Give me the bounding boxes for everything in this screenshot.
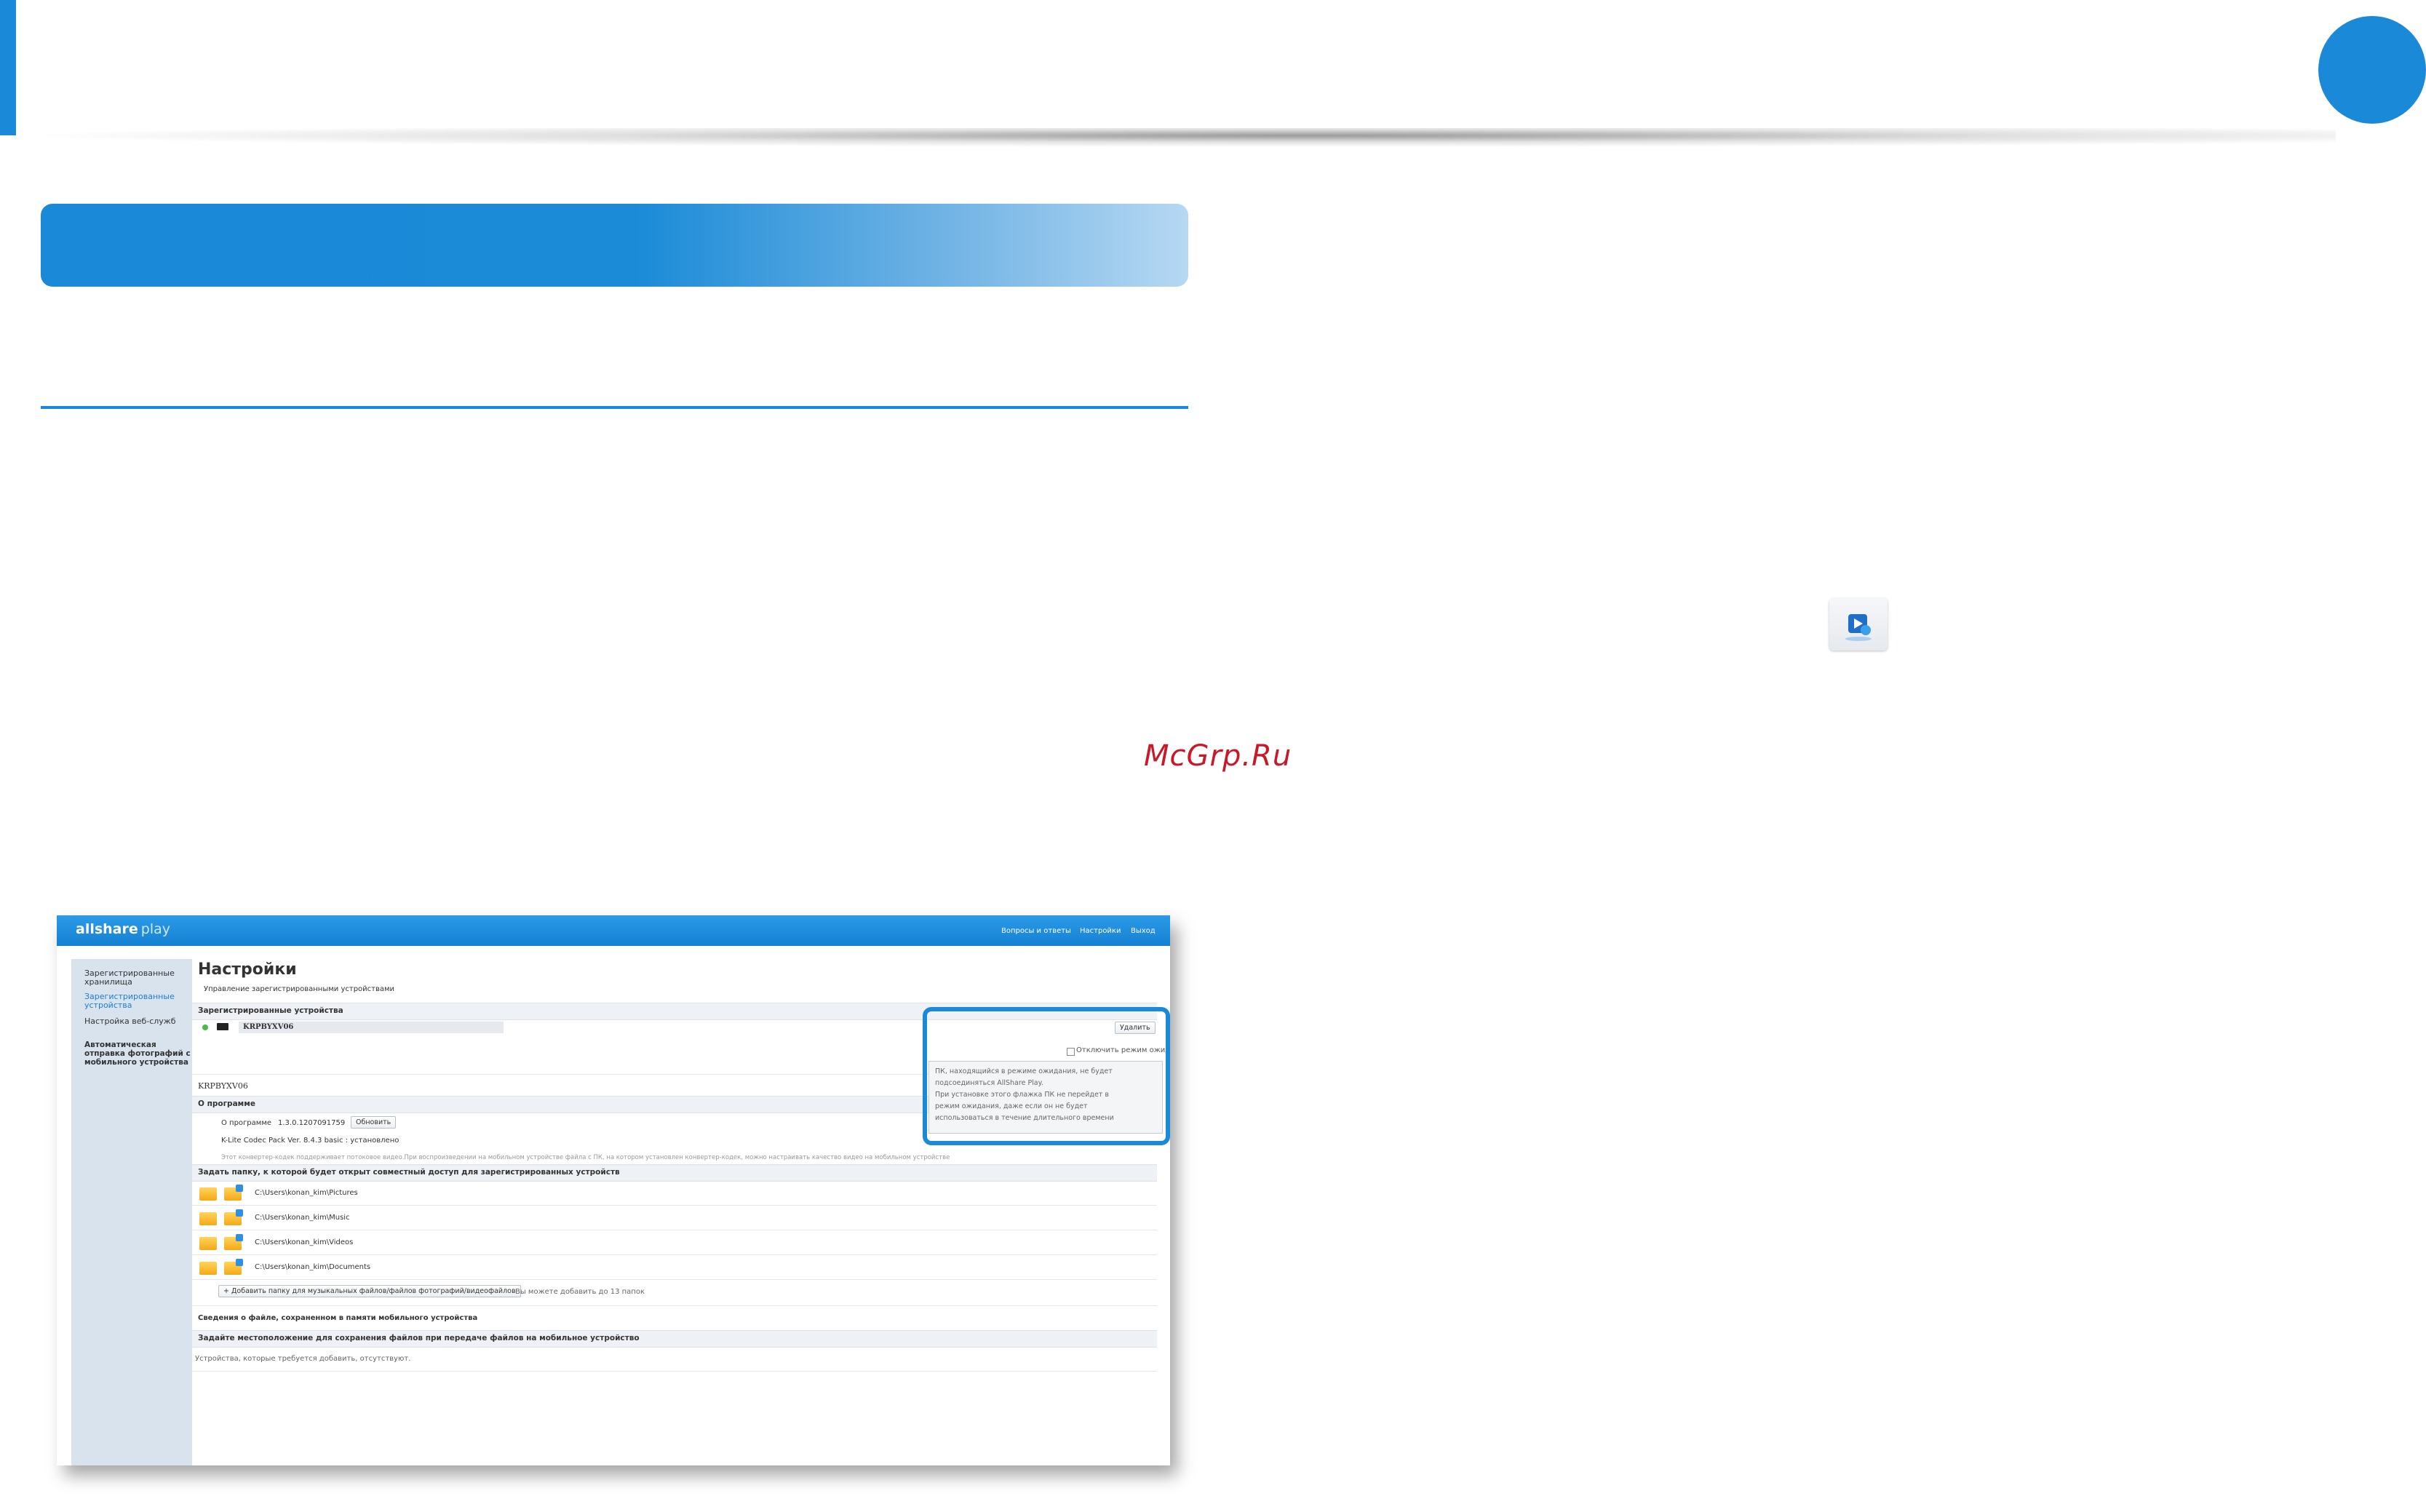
tooltip-line: использоваться в течение длительного вре… bbox=[935, 1114, 1114, 1122]
update-button[interactable]: Обновить bbox=[351, 1116, 397, 1129]
logo-sub: play bbox=[140, 921, 170, 937]
folder-icon bbox=[199, 1237, 217, 1250]
status-dot bbox=[202, 1024, 208, 1030]
left-accent-bar bbox=[0, 0, 16, 135]
about-label: О программе bbox=[221, 1119, 272, 1127]
section-title: Задать папку, к которой будет открыт сов… bbox=[198, 1168, 620, 1177]
codec-note: Этот конвертер-кодек поддерживает потоко… bbox=[221, 1154, 950, 1161]
folder-shared-icon[interactable] bbox=[224, 1185, 243, 1201]
sidebar-item-storage[interactable]: Зарегистрированные хранилища bbox=[84, 969, 194, 987]
device-name: KRPBYXV06 bbox=[243, 1023, 294, 1031]
sidebar-item-devices[interactable]: Зарегистрированные устройства bbox=[84, 992, 194, 1010]
corner-circle bbox=[2318, 16, 2426, 124]
folder-path: C:\Users\konan_kim\Documents bbox=[255, 1263, 371, 1271]
section-title: О программе bbox=[198, 1099, 255, 1108]
allshare-play-icon bbox=[1829, 598, 1888, 650]
save-location-header: Задайте местоположение для сохранения фа… bbox=[192, 1330, 1157, 1348]
folder-path: C:\Users\konan_kim\Videos bbox=[255, 1238, 354, 1246]
tooltip-line: При установке этого флажка ПК не перейде… bbox=[935, 1091, 1109, 1099]
tooltip-line: подсоединяться AllShare Play. bbox=[935, 1079, 1043, 1087]
app-top-bar: allshare play Вопросы и ответы Настройки … bbox=[57, 915, 1170, 946]
standby-tooltip: ПК, находящийся в режиме ожидания, не бу… bbox=[928, 1061, 1163, 1134]
folder-icon bbox=[199, 1187, 217, 1201]
no-devices-message: Устройства, которые требуется добавить, … bbox=[195, 1355, 411, 1363]
allshare-settings-screenshot: allshare play Вопросы и ответы Настройки … bbox=[57, 915, 1170, 1465]
folder-icon bbox=[199, 1212, 217, 1225]
row-divider bbox=[192, 1205, 1157, 1206]
sidebar-item-auto-upload[interactable]: Автоматическая отправка фотографий с моб… bbox=[84, 1041, 194, 1067]
codec-status: K-Lite Codec Pack Ver. 8.4.3 basic : уст… bbox=[221, 1137, 399, 1145]
laptop-icon bbox=[217, 1023, 228, 1030]
row-divider bbox=[192, 1279, 1157, 1280]
tooltip-line: режим ожидания, даже если он не будет bbox=[935, 1102, 1088, 1110]
folder-shared-icon[interactable] bbox=[224, 1209, 243, 1225]
play-badge-icon bbox=[1845, 614, 1872, 641]
add-folder-note: Вы можете добавить до 13 папок bbox=[515, 1288, 645, 1296]
settings-sidebar: Зарегистрированные хранилища Зарегистрир… bbox=[71, 959, 192, 1465]
sidebar-item-web-services[interactable]: Настройка веб-служб bbox=[84, 1017, 194, 1026]
folder-shared-icon[interactable] bbox=[224, 1259, 243, 1275]
nav-settings-link[interactable]: Настройки bbox=[1080, 927, 1121, 935]
allshare-logo: allshare play bbox=[76, 921, 170, 937]
logo-text: allshare bbox=[76, 921, 138, 937]
section-title: Зарегистрированные устройства bbox=[198, 1006, 343, 1015]
row-divider bbox=[192, 1305, 1157, 1306]
folder-icon bbox=[199, 1262, 217, 1275]
section-banner bbox=[41, 204, 1188, 287]
section-rule bbox=[41, 406, 1188, 409]
nav-faq-link[interactable]: Вопросы и ответы bbox=[1001, 927, 1071, 935]
mobile-files-header[interactable]: Сведения о файле, сохраненном в памяти м… bbox=[198, 1314, 477, 1322]
device-label: KRPBYXV06 bbox=[198, 1081, 248, 1091]
folder-path: C:\Users\konan_kim\Pictures bbox=[255, 1189, 358, 1197]
row-divider bbox=[192, 1371, 1157, 1372]
version-number: 1.3.0.1207091759 bbox=[278, 1119, 346, 1127]
tooltip-line: ПК, находящийся в режиме ожидания, не бу… bbox=[935, 1067, 1113, 1075]
add-folder-button[interactable]: + Добавить папку для музыкальных файлов/… bbox=[218, 1285, 521, 1297]
section-title: Задайте местоположение для сохранения фа… bbox=[198, 1334, 640, 1342]
watermark: McGrp.Ru bbox=[1144, 739, 1292, 773]
row-divider bbox=[192, 1254, 1157, 1255]
page-subtitle: Управление зарегистрированными устройств… bbox=[204, 985, 395, 993]
page-title: Настройки bbox=[198, 960, 297, 979]
shared-folders-header: Задать папку, к которой будет открыт сов… bbox=[192, 1164, 1157, 1182]
about-header: О программе bbox=[192, 1096, 949, 1113]
folder-path: C:\Users\konan_kim\Music bbox=[255, 1214, 350, 1222]
header-shadow-line bbox=[44, 128, 2336, 147]
folder-shared-icon[interactable] bbox=[224, 1234, 243, 1250]
nav-logout-link[interactable]: Выход bbox=[1131, 927, 1156, 935]
